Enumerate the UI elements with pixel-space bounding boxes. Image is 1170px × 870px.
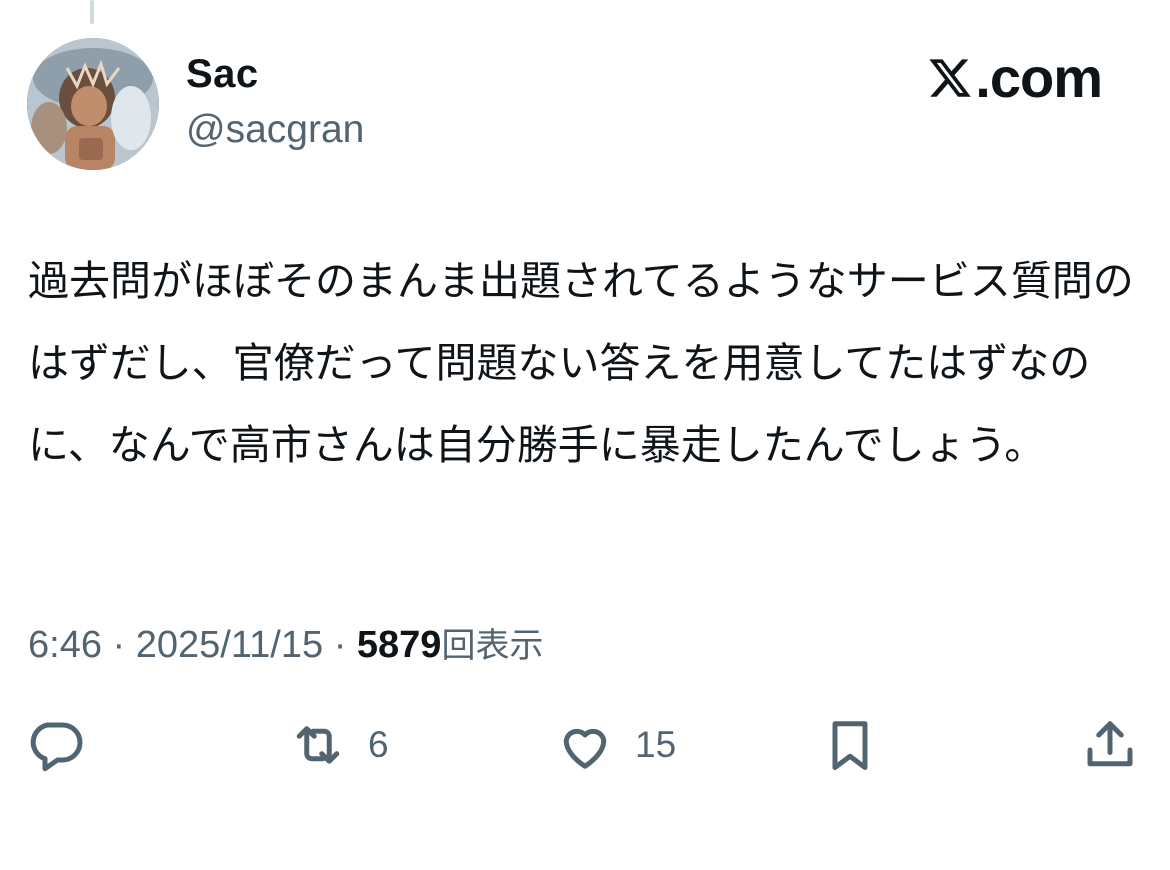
- author-display-name[interactable]: Sac: [186, 52, 259, 97]
- heart-icon: [563, 728, 607, 769]
- views-label: 回表示: [441, 626, 544, 666]
- share-button[interactable]: [1080, 715, 1140, 775]
- like-button[interactable]: 15: [555, 715, 676, 775]
- avatar[interactable]: [27, 38, 159, 170]
- bookmark-button[interactable]: [820, 715, 880, 775]
- thread-connector-line: [90, 0, 94, 24]
- tweet-time[interactable]: 6:46: [28, 624, 102, 666]
- x-com-watermark: .com: [927, 46, 1103, 109]
- views-count[interactable]: 5879: [357, 624, 442, 666]
- reply-icon: [30, 722, 83, 772]
- avatar-image: [27, 38, 159, 170]
- tweet-meta: 6:46 · 2025/11/15 · 5879回表示: [28, 618, 543, 667]
- author-handle[interactable]: @sacgran: [186, 108, 364, 152]
- brand-domain-text: .com: [975, 46, 1103, 109]
- bookmark-icon: [832, 721, 868, 770]
- meta-separator: ·: [112, 624, 126, 666]
- retweet-count: 6: [368, 724, 389, 765]
- x-logo-icon: [929, 59, 972, 97]
- retweet-icon: [296, 726, 340, 764]
- tweet-date[interactable]: 2025/11/15: [136, 624, 323, 666]
- tweet-action-bar: 6 15: [0, 715, 1170, 779]
- like-count: 15: [635, 724, 677, 765]
- share-icon: [1087, 721, 1133, 767]
- reply-button[interactable]: [25, 715, 85, 775]
- retweet-button[interactable]: 6: [288, 715, 389, 775]
- tweet-text: 過去問がほぼそのまんま出題されてるようなサービス質問のはずだし、官僚だって問題な…: [28, 257, 1134, 469]
- meta-separator: ·: [333, 624, 347, 666]
